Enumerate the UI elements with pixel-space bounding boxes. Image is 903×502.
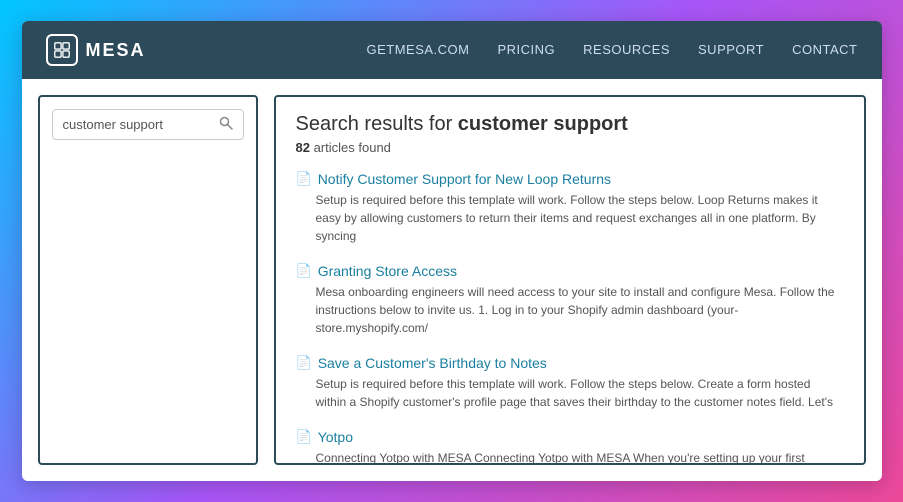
result-item-0: 📄 Notify Customer Support for New Loop R… [296,171,844,245]
navbar: MESA GETMESA.COM PRICING RESOURCES SUPPO… [22,21,882,79]
result-title-0: 📄 Notify Customer Support for New Loop R… [296,171,844,187]
search-icon [219,116,233,133]
result-title-3: 📄 Yotpo [296,429,844,445]
doc-icon-1: 📄 [296,263,312,279]
result-snippet-2: Setup is required before this template w… [296,375,844,411]
logo-area: MESA [46,34,146,66]
search-input[interactable] [63,117,213,132]
results-number: 82 [296,140,310,155]
results-heading-query: customer support [458,113,628,135]
app-window: MESA GETMESA.COM PRICING RESOURCES SUPPO… [22,21,882,481]
results-panel: Search results for customer support 82 a… [274,95,866,465]
result-snippet-3: Connecting Yotpo with MESA Connecting Yo… [296,449,844,465]
result-item-1: 📄 Granting Store Access Mesa onboarding … [296,263,844,337]
nav-resources[interactable]: RESOURCES [583,42,670,57]
results-heading: Search results for customer support [296,113,844,136]
nav-links: GETMESA.COM PRICING RESOURCES SUPPORT CO… [366,41,857,59]
nav-contact[interactable]: CONTACT [792,42,857,57]
result-title-1: 📄 Granting Store Access [296,263,844,279]
results-count: 82 articles found [296,140,844,155]
nav-pricing[interactable]: PRICING [497,42,555,57]
result-link-1[interactable]: Granting Store Access [318,263,457,279]
logo-text: MESA [86,40,146,61]
result-snippet-1: Mesa onboarding engineers will need acce… [296,283,844,337]
main-content: Search results for customer support 82 a… [22,79,882,481]
doc-icon-3: 📄 [296,429,312,445]
results-count-suffix: articles found [310,140,391,155]
nav-getmesa[interactable]: GETMESA.COM [366,42,469,57]
doc-icon-2: 📄 [296,355,312,371]
result-title-2: 📄 Save a Customer's Birthday to Notes [296,355,844,371]
result-link-0[interactable]: Notify Customer Support for New Loop Ret… [318,171,611,187]
search-box[interactable] [52,109,244,140]
doc-icon-0: 📄 [296,171,312,187]
results-heading-prefix: Search results for [296,113,458,135]
result-item-3: 📄 Yotpo Connecting Yotpo with MESA Conne… [296,429,844,465]
result-item-2: 📄 Save a Customer's Birthday to Notes Se… [296,355,844,411]
result-link-3[interactable]: Yotpo [318,429,353,445]
sidebar [38,95,258,465]
result-snippet-0: Setup is required before this template w… [296,191,844,245]
logo-icon [46,34,78,66]
result-link-2[interactable]: Save a Customer's Birthday to Notes [318,355,547,371]
nav-support[interactable]: SUPPORT [698,42,764,57]
